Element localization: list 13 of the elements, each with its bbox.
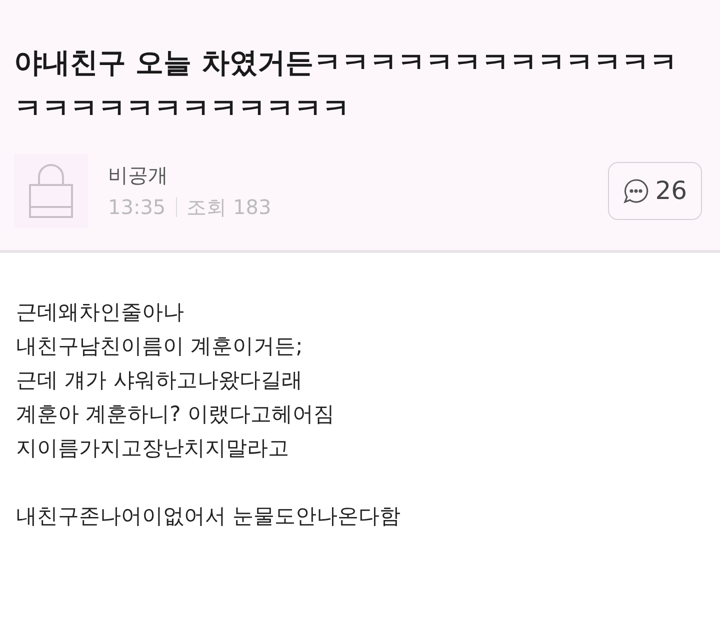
view-count: 조회 183 [186, 194, 272, 221]
body-line: 지이름가지고장난치지말라고 [16, 435, 290, 462]
body-line: 근데 걔가 샤워하고나왔다길래 [16, 367, 304, 394]
author-name: 비공개 [108, 162, 169, 189]
body-line: 근데왜차인줄아나 [16, 299, 185, 326]
post-title: 야내친구 오늘 차였거든ㅋㅋㅋㅋㅋㅋㅋㅋㅋㅋㅋㅋㅋㅋㅋㅋㅋㅋㅋㅋㅋㅋㅋㅋㅋ [14, 45, 678, 127]
speech-bubble-icon [623, 178, 650, 204]
post-time: 13:35 [108, 194, 166, 221]
body-line: 내친구존나어이없어서 눈물도안나온다함 [16, 503, 402, 530]
lock-icon [28, 163, 74, 219]
body-line: 계훈아 계훈하니? 이랬다고헤어짐 [16, 401, 336, 428]
body-line: 내친구남친이름이 계훈이거든; [16, 333, 304, 360]
comment-button[interactable]: 26 [608, 162, 702, 220]
